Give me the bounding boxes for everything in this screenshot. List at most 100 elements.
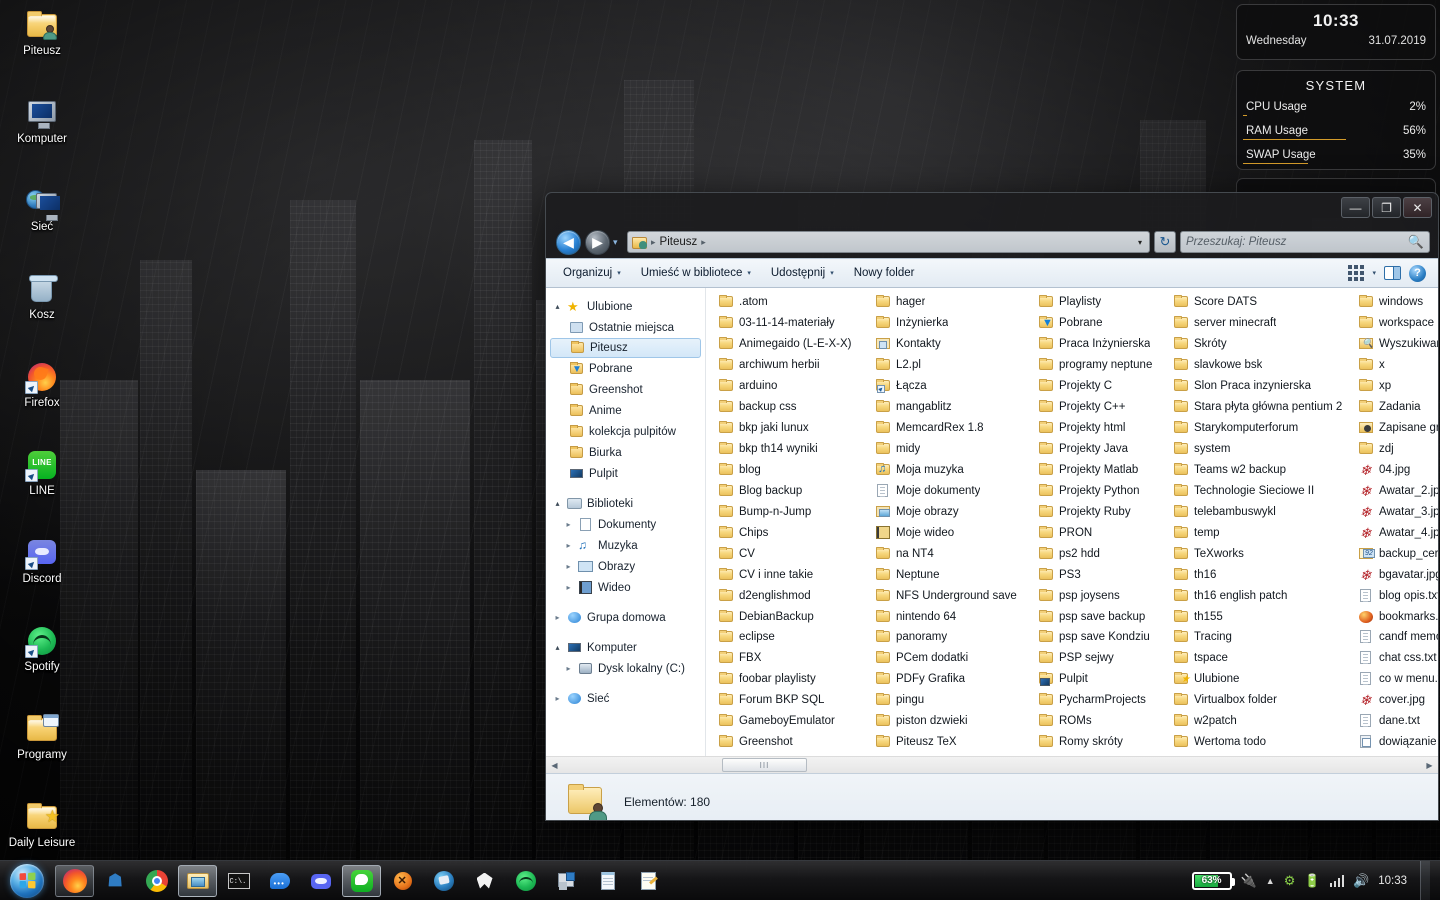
- file-list-item[interactable]: Piteusz TeX: [871, 732, 1034, 753]
- file-list-item[interactable]: Virtualbox folder: [1169, 690, 1354, 711]
- file-list-item[interactable]: ★ Ulubione: [1169, 669, 1354, 690]
- desktop-icon-discord[interactable]: Discord: [0, 532, 84, 610]
- taskbar-button-greenshot[interactable]: [547, 865, 586, 897]
- file-list-item[interactable]: xp: [1354, 376, 1438, 397]
- forward-button[interactable]: ▶: [585, 229, 610, 255]
- desktop-icon-line[interactable]: LINE: [0, 444, 84, 522]
- address-bar[interactable]: ▸ Piteusz ▸ ▾: [627, 231, 1150, 253]
- file-list-item[interactable]: w2patch: [1169, 711, 1354, 732]
- power-icon[interactable]: 🔋: [1304, 873, 1320, 889]
- file-list-item[interactable]: Chips: [714, 522, 871, 543]
- taskbar-button-spotify[interactable]: [506, 865, 545, 897]
- taskbar-button-thunderbird[interactable]: [424, 865, 463, 897]
- file-list-item[interactable]: ❄ Awatar_2.jpg: [1354, 480, 1438, 501]
- file-list-item[interactable]: Stara płyta główna pentium 2: [1169, 397, 1354, 418]
- sidebar-item-anime[interactable]: Anime: [546, 400, 705, 421]
- file-list-item[interactable]: temp: [1169, 522, 1354, 543]
- taskbar-button-explorer[interactable]: [178, 864, 217, 897]
- file-list-item[interactable]: Wertoma todo: [1169, 732, 1354, 753]
- file-list-item[interactable]: Projekty Java: [1034, 439, 1169, 460]
- file-list-item[interactable]: PS3: [1034, 564, 1169, 585]
- file-list-item[interactable]: 03-11-14-materiały: [714, 313, 871, 334]
- file-explorer-window[interactable]: — ❐ ✕ ◀ ▶ ▾ ▸ Piteusz ▸ ▾ ↻ Przeszukaj: …: [545, 192, 1439, 821]
- include-in-library-button[interactable]: Umieść w bibliotece ▾: [632, 263, 760, 283]
- tray-clock[interactable]: 10:33: [1378, 875, 1407, 887]
- history-dropdown-icon[interactable]: ▾: [613, 237, 623, 248]
- file-list-item[interactable]: Starykomputerforum: [1169, 418, 1354, 439]
- scroll-right-arrow[interactable]: ▶: [1421, 757, 1438, 774]
- sidebar-item-komputer[interactable]: ▴ Komputer: [546, 637, 705, 658]
- file-list-item[interactable]: GameboyEmulator: [714, 711, 871, 732]
- file-list-item[interactable]: dowiązanie: [1354, 732, 1438, 753]
- file-list-item[interactable]: foobar playlisty: [714, 669, 871, 690]
- sidebar-item-piteusz[interactable]: Piteusz: [550, 338, 701, 358]
- file-list-item[interactable]: bkp th14 wyniki: [714, 439, 871, 460]
- help-icon[interactable]: ?: [1409, 264, 1426, 282]
- twisty-icon[interactable]: ▴: [552, 643, 563, 652]
- file-list-item[interactable]: blog: [714, 460, 871, 481]
- file-list-item[interactable]: Projekty html: [1034, 418, 1169, 439]
- file-list-item[interactable]: Projekty Matlab: [1034, 460, 1169, 481]
- share-button[interactable]: Udostępnij ▾: [762, 263, 843, 283]
- desktop-icon-siec[interactable]: Sieć: [0, 180, 84, 258]
- file-list-item[interactable]: Projekty Python: [1034, 480, 1169, 501]
- sidebar-item-ostatnie-miejsca[interactable]: Ostatnie miejsca: [546, 317, 705, 338]
- taskbar-button-chrome[interactable]: [137, 865, 176, 897]
- file-list-item[interactable]: ROMs: [1034, 711, 1169, 732]
- file-list-item[interactable]: CV i inne takie: [714, 564, 871, 585]
- twisty-icon[interactable]: ▴: [552, 302, 563, 311]
- file-list-item[interactable]: FBX: [714, 648, 871, 669]
- file-list-item[interactable]: na NT4: [871, 543, 1034, 564]
- file-list-item[interactable]: Moje dokumenty: [871, 480, 1034, 501]
- file-list-item[interactable]: PRON: [1034, 522, 1169, 543]
- file-list-item[interactable]: Projekty C: [1034, 376, 1169, 397]
- sidebar-item-pulpit[interactable]: Pulpit: [546, 463, 705, 484]
- sidebar-item-kolekcja-pulpitow[interactable]: kolekcja pulpitów: [546, 421, 705, 442]
- view-options-icon[interactable]: [1348, 265, 1365, 281]
- file-list-item[interactable]: backup css: [714, 397, 871, 418]
- file-list-item[interactable]: Forum BKP SQL: [714, 690, 871, 711]
- file-list-item[interactable]: th16 english patch: [1169, 585, 1354, 606]
- file-list-item[interactable]: Playlisty: [1034, 292, 1169, 313]
- taskbar[interactable]: ☗ C:\. ••• ✕ 63% 🔌 ▲ ⚙ 🔋 🔊 10:33: [0, 860, 1440, 900]
- file-list-item[interactable]: slavkowe bsk: [1169, 355, 1354, 376]
- file-list-item[interactable]: bkp jaki lunux: [714, 418, 871, 439]
- sidebar-item-wideo[interactable]: ▸ Wideo: [546, 577, 705, 598]
- power-plug-icon[interactable]: 🔌: [1241, 873, 1257, 889]
- file-list-item[interactable]: TeXworks: [1169, 543, 1354, 564]
- chevron-down-icon[interactable]: ▾: [1372, 269, 1376, 277]
- twisty-icon[interactable]: ▸: [563, 520, 574, 529]
- file-list-item[interactable]: ❄ bgavatar.jpg: [1354, 564, 1438, 585]
- taskbar-button-xampp[interactable]: ✕: [383, 865, 422, 897]
- scrollbar-thumb[interactable]: III: [722, 758, 807, 772]
- file-list-item[interactable]: Bump-n-Jump: [714, 501, 871, 522]
- file-list-item[interactable]: PycharmProjects: [1034, 690, 1169, 711]
- file-list-item[interactable]: Blog backup: [714, 480, 871, 501]
- taskbar-button-notepad[interactable]: [588, 865, 627, 897]
- file-list-item[interactable]: ❄ Awatar_3.jpg: [1354, 501, 1438, 522]
- preview-pane-icon[interactable]: [1384, 266, 1401, 280]
- file-list-item[interactable]: zdj: [1354, 439, 1438, 460]
- twisty-icon[interactable]: ▸: [563, 583, 574, 592]
- file-list-item[interactable]: Wyszukiwania: [1354, 334, 1438, 355]
- taskbar-button-mozilla-app[interactable]: [465, 865, 504, 897]
- file-list-item[interactable]: Romy skróty: [1034, 732, 1169, 753]
- file-list-item[interactable]: Praca Inżynierska: [1034, 334, 1169, 355]
- file-list-item[interactable]: L2.pl: [871, 355, 1034, 376]
- sidebar-item-biurka[interactable]: Biurka: [546, 442, 705, 463]
- file-list-item[interactable]: telebambuswykl: [1169, 501, 1354, 522]
- file-list-item[interactable]: ❄ 04.jpg: [1354, 460, 1438, 481]
- desktop-icon-kosz[interactable]: Kosz: [0, 268, 84, 346]
- battery-indicator[interactable]: 63%: [1191, 871, 1235, 890]
- start-button[interactable]: [0, 862, 54, 900]
- file-list-item[interactable]: .atom: [714, 292, 871, 313]
- file-list-item[interactable]: eclipse: [714, 627, 871, 648]
- sidebar-item-pobrane[interactable]: ▼ Pobrane: [546, 358, 705, 379]
- sidebar-item-muzyka[interactable]: ▸ ♫ Muzyka: [546, 535, 705, 556]
- file-list-item[interactable]: programy neptune: [1034, 355, 1169, 376]
- file-list-item[interactable]: Greenshot: [714, 732, 871, 753]
- sidebar-item-grupa-domowa[interactable]: ▸ Grupa domowa: [546, 607, 705, 628]
- twisty-icon[interactable]: ▸: [563, 562, 574, 571]
- twisty-icon[interactable]: ▸: [552, 694, 563, 703]
- file-list-item[interactable]: Zapisane gry: [1354, 418, 1438, 439]
